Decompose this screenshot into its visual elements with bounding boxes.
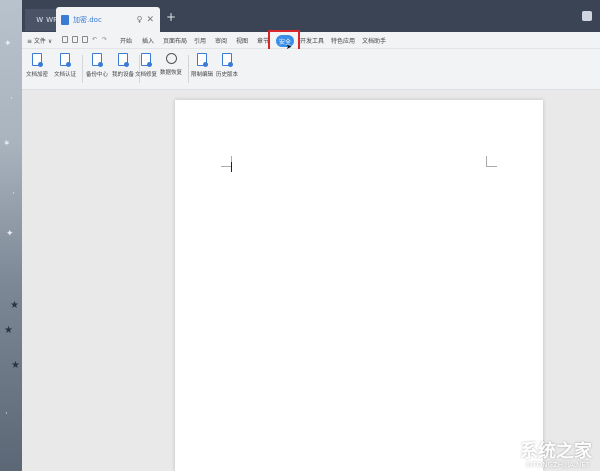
doc-certify-button[interactable]: 文档认证 [52, 53, 78, 78]
menu-insert[interactable]: 插入 [142, 36, 154, 45]
document-tab[interactable]: 加密.doc ♀ ✕ [56, 7, 160, 32]
encrypt-icon [32, 53, 43, 67]
backup-center-button[interactable]: 备份中心 [84, 53, 110, 78]
menu-page-layout[interactable]: 页面布局 [163, 36, 187, 45]
recovery-icon [165, 53, 177, 64]
site-watermark: 系统之家 [484, 431, 592, 469]
print-icon[interactable] [72, 36, 78, 43]
desktop-background-strip: ✦ · ✶ · ✦ ★ ★ ★ · [0, 0, 22, 471]
restrict-edit-button[interactable]: 限制编辑 [189, 53, 215, 78]
margin-corner-top-right [486, 156, 497, 167]
tab-close-icon[interactable]: ✕ [146, 15, 154, 25]
restrict-edit-label: 限制编辑 [190, 72, 213, 78]
print-preview-icon[interactable] [82, 36, 88, 43]
undo-icon[interactable]: ↶ [92, 36, 97, 43]
document-workspace [22, 90, 600, 471]
watermark-brand: 系统之家 [520, 441, 592, 462]
restrict-edit-icon [197, 53, 208, 67]
repair-icon [141, 53, 152, 67]
backup-icon [92, 53, 103, 67]
devices-icon [118, 53, 129, 67]
document-page[interactable] [175, 100, 543, 471]
my-devices-label: 我的设备 [111, 72, 134, 78]
menu-doc-assistant[interactable]: 文档助手 [362, 36, 386, 45]
doc-encrypt-button[interactable]: 文档加密 [24, 53, 50, 78]
data-recovery-button[interactable]: 数据恢复 [158, 53, 184, 76]
version-history-label: 历史版本 [215, 72, 238, 78]
menu-developer[interactable]: 开发工具 [300, 36, 324, 45]
backup-center-label: 备份中心 [85, 72, 108, 78]
watermark-url: XITONGZHIJIA.NET [525, 461, 590, 469]
redo-icon[interactable]: ↷ [102, 36, 107, 43]
data-recovery-label: 数据恢复 [159, 70, 182, 76]
menu-view[interactable]: 视图 [236, 36, 248, 45]
title-bar: W WPS 加密.doc ♀ ✕ + [22, 0, 600, 32]
document-tab-label: 加密.doc [73, 15, 102, 24]
menu-features[interactable]: 特色应用 [331, 36, 355, 45]
tab-pin-icon[interactable]: ♀ [137, 15, 143, 24]
file-menu[interactable]: ≡ 文件 ∨ [27, 36, 52, 45]
ribbon-divider [82, 55, 83, 83]
doc-encrypt-label: 文档加密 [25, 72, 48, 78]
certify-icon [60, 53, 71, 67]
history-icon [222, 53, 233, 67]
menu-references[interactable]: 引用 [194, 36, 206, 45]
watermark-logo-icon [484, 431, 522, 469]
version-history-button[interactable]: 历史版本 [214, 53, 240, 78]
security-ribbon: 文档加密 文档认证 备份中心 我的设备 文档修复 数据恢复 限制编辑 历史版本 [22, 49, 600, 90]
window-menu-icon[interactable] [582, 11, 592, 21]
menu-bar: ≡ 文件 ∨ ↶ ↷ 开始 插入 页面布局 引用 审阅 视图 章节 开发工具 特… [22, 32, 600, 49]
doc-repair-label: 文档修复 [134, 72, 157, 78]
menu-review[interactable]: 审阅 [215, 36, 227, 45]
doc-file-icon [61, 14, 69, 25]
wps-logo-icon: W [36, 16, 44, 24]
new-tab-button[interactable]: + [166, 11, 176, 23]
save-icon[interactable] [62, 36, 68, 43]
doc-certify-label: 文档认证 [53, 72, 76, 78]
menu-home[interactable]: 开始 [120, 36, 132, 45]
doc-repair-button[interactable]: 文档修复 [133, 53, 159, 78]
text-caret [231, 162, 232, 172]
